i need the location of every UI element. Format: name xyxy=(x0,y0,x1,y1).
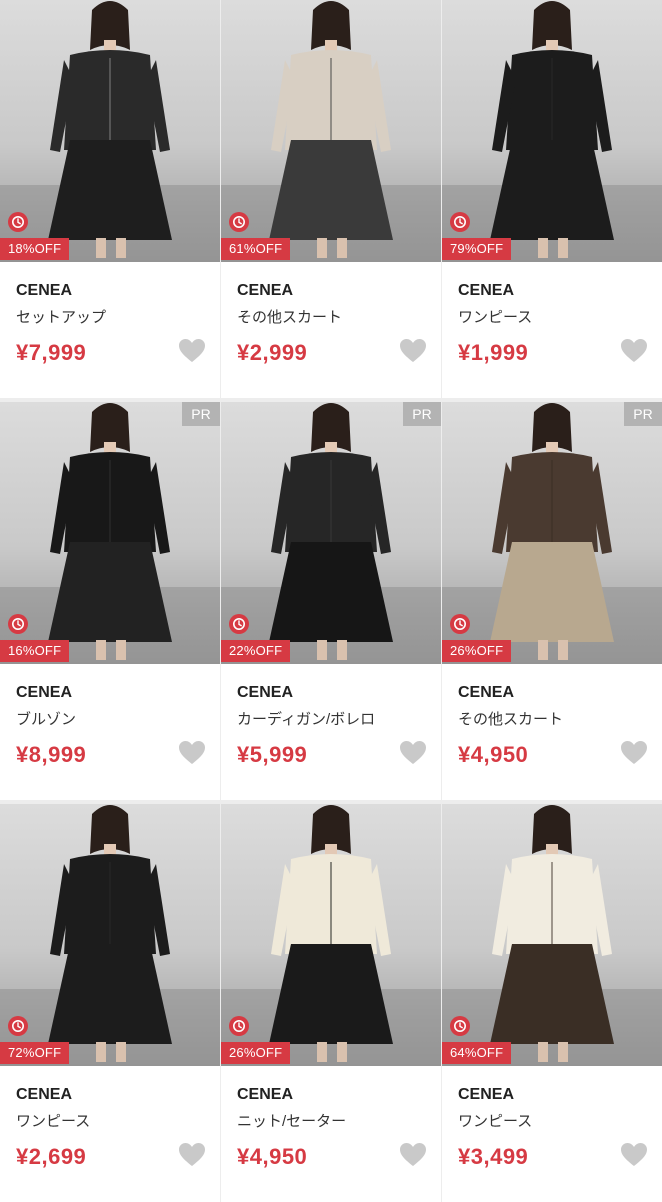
product-category[interactable]: ワンピース xyxy=(458,1110,532,1131)
model-photo xyxy=(221,1,441,262)
product-card[interactable]: 79%OFF CENEA ワンピース ¥1,999 xyxy=(442,0,662,398)
discount-badge: 22%OFF xyxy=(221,640,291,662)
pr-badge: PR xyxy=(403,402,441,426)
product-price: ¥2,999 xyxy=(237,340,308,365)
brand-name[interactable]: CENEA xyxy=(237,684,293,702)
product-image[interactable]: 61%OFF xyxy=(221,0,441,262)
product-category[interactable]: ワンピース xyxy=(458,306,532,327)
product-price: ¥4,950 xyxy=(458,742,529,767)
brand-name[interactable]: CENEA xyxy=(16,684,72,702)
product-card[interactable]: 64%OFF CENEA ワンピース ¥3,499 xyxy=(442,804,662,1202)
product-image[interactable]: PR 26%OFF xyxy=(442,402,662,664)
heart-icon[interactable] xyxy=(620,740,648,766)
product-category[interactable]: その他スカート xyxy=(458,708,563,729)
brand-name[interactable]: CENEA xyxy=(458,684,514,702)
model-photo xyxy=(442,403,662,664)
heart-icon[interactable] xyxy=(620,1142,648,1168)
discount-badge: 26%OFF xyxy=(221,1042,291,1064)
discount-badge: 61%OFF xyxy=(221,238,291,260)
product-price: ¥1,999 xyxy=(458,340,529,365)
discount-badge: 64%OFF xyxy=(442,1042,512,1064)
product-price: ¥2,699 xyxy=(16,1144,87,1169)
product-category[interactable]: カーディガン/ボレロ xyxy=(237,708,375,729)
product-image[interactable]: 26%OFF xyxy=(221,804,441,1066)
brand-name[interactable]: CENEA xyxy=(458,282,514,300)
product-grid: 18%OFF CENEA セットアップ ¥7,999 61%OFF CENEA … xyxy=(0,0,662,1202)
brand-name[interactable]: CENEA xyxy=(458,1086,514,1104)
clock-icon xyxy=(450,614,470,634)
product-card[interactable]: 26%OFF CENEA ニット/セーター ¥4,950 xyxy=(221,804,441,1202)
brand-name[interactable]: CENEA xyxy=(237,282,293,300)
clock-icon xyxy=(450,212,470,232)
product-card[interactable]: 61%OFF CENEA その他スカート ¥2,999 xyxy=(221,0,441,398)
heart-icon[interactable] xyxy=(399,1142,427,1168)
product-image[interactable]: PR 22%OFF xyxy=(221,402,441,664)
product-price: ¥5,999 xyxy=(237,742,308,767)
model-photo xyxy=(0,805,220,1066)
clock-icon xyxy=(450,1016,470,1036)
heart-icon[interactable] xyxy=(178,740,206,766)
clock-icon xyxy=(229,212,249,232)
clock-icon xyxy=(229,1016,249,1036)
clock-icon xyxy=(8,212,28,232)
clock-icon xyxy=(229,614,249,634)
heart-icon[interactable] xyxy=(178,1142,206,1168)
heart-icon[interactable] xyxy=(399,338,427,364)
product-image[interactable]: PR 16%OFF xyxy=(0,402,220,664)
model-photo xyxy=(0,403,220,664)
product-card[interactable]: PR 16%OFF CENEA ブルゾン ¥8,999 xyxy=(0,402,220,800)
discount-badge: 79%OFF xyxy=(442,238,512,260)
brand-name[interactable]: CENEA xyxy=(237,1086,293,1104)
product-category[interactable]: その他スカート xyxy=(237,306,342,327)
model-photo xyxy=(442,1,662,262)
product-category[interactable]: ワンピース xyxy=(16,1110,90,1131)
heart-icon[interactable] xyxy=(620,338,648,364)
brand-name[interactable]: CENEA xyxy=(16,282,72,300)
product-price: ¥7,999 xyxy=(16,340,87,365)
pr-badge: PR xyxy=(624,402,662,426)
model-photo xyxy=(442,805,662,1066)
model-photo xyxy=(221,403,441,664)
brand-name[interactable]: CENEA xyxy=(16,1086,72,1104)
model-photo xyxy=(221,805,441,1066)
heart-icon[interactable] xyxy=(178,338,206,364)
clock-icon xyxy=(8,614,28,634)
product-card[interactable]: PR 22%OFF CENEA カーディガン/ボレロ ¥5,999 xyxy=(221,402,441,800)
pr-badge: PR xyxy=(182,402,220,426)
product-card[interactable]: PR 26%OFF CENEA その他スカート ¥4,950 xyxy=(442,402,662,800)
heart-icon[interactable] xyxy=(399,740,427,766)
product-card[interactable]: 18%OFF CENEA セットアップ ¥7,999 xyxy=(0,0,220,398)
product-image[interactable]: 18%OFF xyxy=(0,0,220,262)
model-photo xyxy=(0,1,220,262)
product-category[interactable]: セットアップ xyxy=(16,306,106,327)
product-category[interactable]: ブルゾン xyxy=(16,708,76,729)
clock-icon xyxy=(8,1016,28,1036)
product-image[interactable]: 64%OFF xyxy=(442,804,662,1066)
discount-badge: 26%OFF xyxy=(442,640,512,662)
product-price: ¥3,499 xyxy=(458,1144,529,1169)
product-image[interactable]: 72%OFF xyxy=(0,804,220,1066)
product-price: ¥8,999 xyxy=(16,742,87,767)
product-price: ¥4,950 xyxy=(237,1144,308,1169)
product-category[interactable]: ニット/セーター xyxy=(237,1110,346,1131)
discount-badge: 18%OFF xyxy=(0,238,70,260)
product-image[interactable]: 79%OFF xyxy=(442,0,662,262)
discount-badge: 72%OFF xyxy=(0,1042,70,1064)
product-card[interactable]: 72%OFF CENEA ワンピース ¥2,699 xyxy=(0,804,220,1202)
discount-badge: 16%OFF xyxy=(0,640,70,662)
